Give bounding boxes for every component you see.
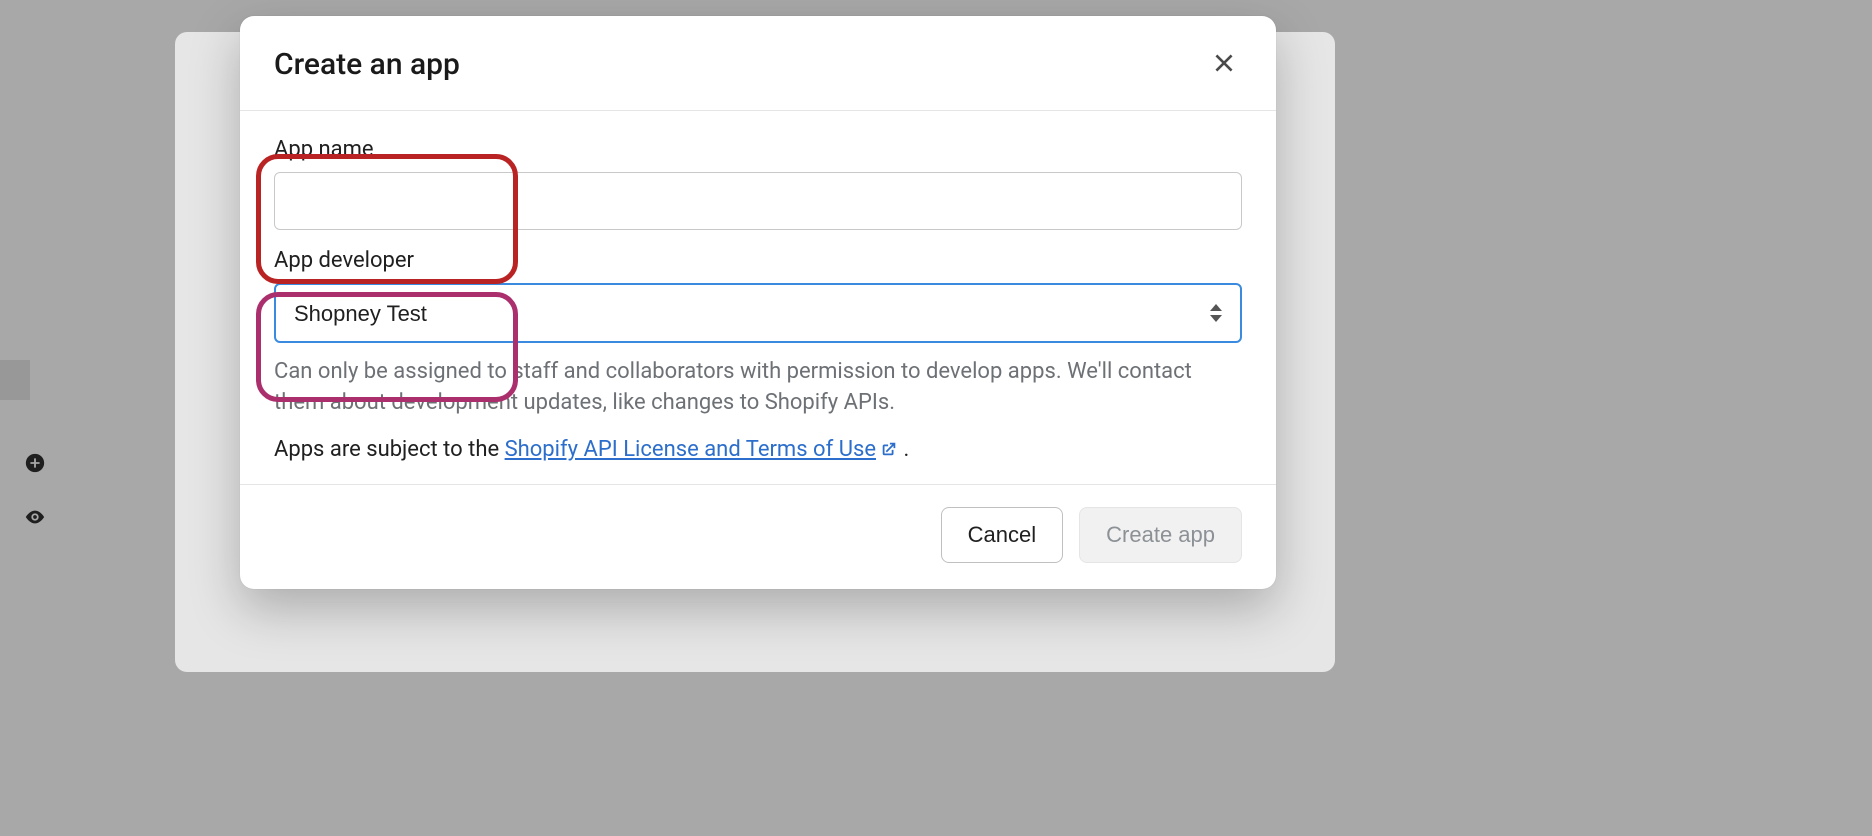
create-app-button[interactable]: Create app [1079,507,1242,563]
close-icon [1211,50,1237,79]
terms-link-text: Shopify API License and Terms of Use [505,437,876,462]
terms-link[interactable]: Shopify API License and Terms of Use [505,437,898,462]
close-button[interactable] [1206,46,1242,82]
sidebar-selection-strip [0,360,30,400]
terms-text: Apps are subject to the Shopify API Lice… [274,437,1242,464]
terms-prefix: Apps are subject to the [274,437,505,462]
modal-header: Create an app [240,16,1276,111]
app-name-label: App name [274,137,1242,162]
modal-body: App name App developer Shopney Test Can … [240,111,1276,484]
cancel-button[interactable]: Cancel [941,507,1063,563]
modal-title: Create an app [274,47,460,82]
add-circle-icon[interactable] [24,452,46,478]
app-name-input[interactable] [274,172,1242,230]
app-developer-field: App developer Shopney Test Can only be a… [274,248,1242,419]
app-developer-select[interactable]: Shopney Test [274,283,1242,343]
app-name-field: App name [274,137,1242,230]
create-app-modal: Create an app App name App developer Sho… [240,16,1276,589]
terms-suffix: . [903,437,909,462]
developer-helper-text: Can only be assigned to staff and collab… [274,357,1242,419]
app-developer-select-wrap: Shopney Test [274,283,1242,343]
app-developer-label: App developer [274,248,1242,273]
modal-footer: Cancel Create app [240,484,1276,589]
external-link-icon [880,439,898,464]
sidebar-icons [24,452,46,532]
eye-icon[interactable] [24,506,46,532]
